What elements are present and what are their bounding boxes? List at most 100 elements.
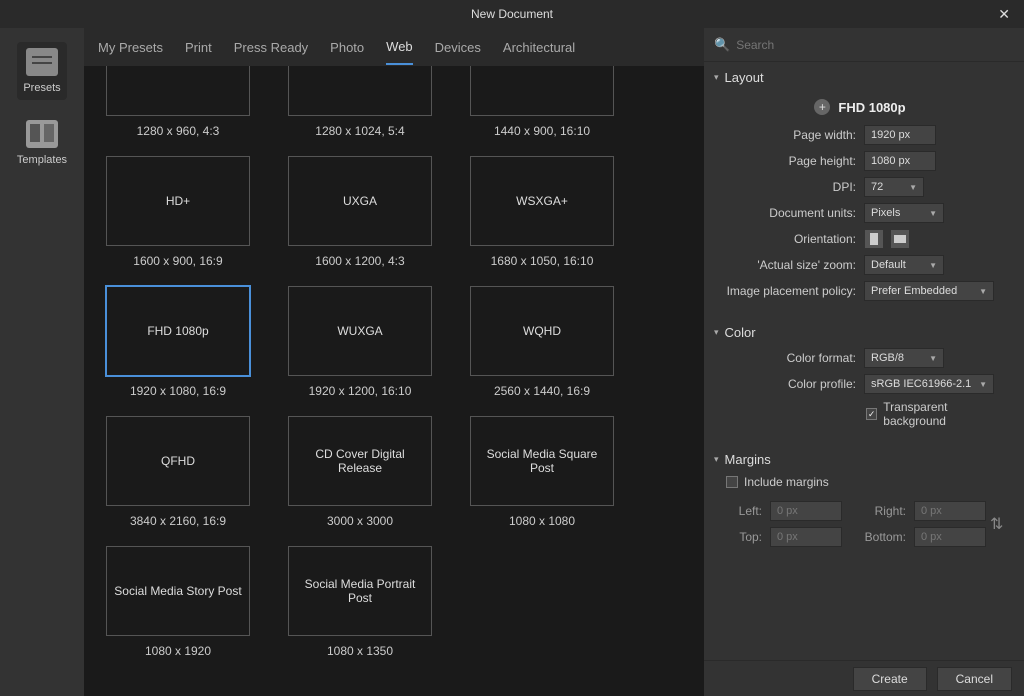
margin-left-input[interactable] (770, 501, 842, 521)
sidebar-item-presets[interactable]: Presets (17, 42, 66, 100)
orientation-landscape-button[interactable] (890, 229, 910, 249)
transparent-checkbox[interactable] (866, 408, 877, 420)
margin-left-label: Left: (714, 504, 762, 518)
section-layout: ▾ Layout + FHD 1080p Page width: Page he… (704, 62, 1016, 317)
margin-right-input[interactable] (914, 501, 986, 521)
color-profile-label: Color profile: (716, 377, 856, 391)
preset-card[interactable]: CD Cover Digital Release3000 x 3000 (280, 416, 440, 528)
transparent-label: Transparent background (883, 400, 1004, 428)
preset-name-row: + FHD 1080p (716, 93, 1004, 125)
dpi-select[interactable]: 72▼ (864, 177, 924, 197)
include-margins-checkbox[interactable] (726, 476, 738, 488)
actual-size-select[interactable]: Default▼ (864, 255, 944, 275)
preset-name: FHD 1080p (838, 100, 905, 115)
add-preset-icon[interactable]: + (814, 99, 830, 115)
section-color-header[interactable]: ▾ Color (704, 321, 1016, 344)
preset-card[interactable]: WQHD2560 x 1440, 16:9 (462, 286, 622, 398)
preset-card[interactable]: 1280 x 1024, 5:4 (280, 66, 440, 138)
cancel-button[interactable]: Cancel (937, 667, 1012, 691)
preset-card[interactable]: WSXGA+1680 x 1050, 16:10 (462, 156, 622, 268)
color-profile-select[interactable]: sRGB IEC61966-2.1▼ (864, 374, 994, 394)
color-format-select[interactable]: RGB/8 ▼ (864, 348, 944, 368)
preset-thumb: UXGA (288, 156, 432, 246)
preset-dimensions: 1600 x 1200, 4:3 (315, 254, 404, 268)
search-input[interactable] (736, 38, 1014, 52)
dpi-value: 72 (871, 181, 883, 193)
preset-dimensions: 1080 x 1920 (145, 644, 211, 658)
dialog-footer: Create Cancel (704, 660, 1024, 696)
tab-photo[interactable]: Photo (330, 30, 364, 64)
left-sidebar: Presets Templates (0, 28, 84, 696)
search-row: 🔍 (704, 28, 1024, 62)
margin-top-input[interactable] (770, 527, 842, 547)
chevron-down-icon: ▾ (714, 454, 719, 465)
preset-dimensions: 1280 x 1024, 5:4 (315, 124, 404, 138)
preset-dimensions: 1680 x 1050, 16:10 (491, 254, 594, 268)
preset-thumb: WUXGA (288, 286, 432, 376)
tab-architectural[interactable]: Architectural (503, 30, 575, 64)
units-label: Document units: (716, 206, 856, 220)
preset-thumb: Social Media Square Post (470, 416, 614, 506)
window-title: New Document (471, 7, 553, 21)
templates-icon (26, 120, 58, 148)
preset-card[interactable]: 1440 x 900, 16:10 (462, 66, 622, 138)
preset-card[interactable]: Social Media Square Post1080 x 1080 (462, 416, 622, 528)
page-height-input[interactable] (864, 151, 936, 171)
create-button[interactable]: Create (853, 667, 927, 691)
preset-card[interactable]: Social Media Portrait Post1080 x 1350 (280, 546, 440, 658)
link-margins-icon[interactable]: ⇅ (990, 514, 1006, 534)
section-color: ▾ Color Color format: RGB/8 ▼ Color profi… (704, 317, 1016, 444)
page-width-label: Page width: (716, 128, 856, 142)
preset-card[interactable]: WUXGA1920 x 1200, 16:10 (280, 286, 440, 398)
search-icon: 🔍 (714, 37, 730, 53)
preset-dimensions: 1280 x 960, 4:3 (137, 124, 220, 138)
preset-dimensions: 2560 x 1440, 16:9 (494, 384, 590, 398)
color-profile-value: sRGB IEC61966-2.1 (871, 378, 971, 390)
include-margins-row[interactable]: Include margins (704, 471, 1016, 497)
preset-card[interactable]: FHD 1080p1920 x 1080, 16:9 (98, 286, 258, 398)
chevron-down-icon: ▼ (929, 354, 937, 363)
orientation-portrait-button[interactable] (864, 229, 884, 249)
chevron-down-icon: ▼ (979, 287, 987, 296)
preset-dimensions: 1080 x 1350 (327, 644, 393, 658)
preset-card[interactable]: 1280 x 960, 4:3 (98, 66, 258, 138)
page-width-input[interactable] (864, 125, 936, 145)
section-color-title: Color (725, 325, 756, 340)
section-layout-header[interactable]: ▾ Layout (704, 66, 1016, 89)
image-policy-value: Prefer Embedded (871, 285, 957, 297)
image-policy-select[interactable]: Prefer Embedded ▼ (864, 281, 994, 301)
tab-my-presets[interactable]: My Presets (98, 30, 163, 64)
units-value: Pixels (871, 207, 900, 219)
close-icon[interactable]: ✕ (992, 4, 1016, 25)
preset-card[interactable]: Social Media Story Post 1080 x 1920 (98, 546, 258, 658)
preset-thumb: Social Media Story Post (106, 546, 250, 636)
preset-thumb: CD Cover Digital Release (288, 416, 432, 506)
units-select[interactable]: Pixels ▼ (864, 203, 944, 223)
presets-icon (26, 48, 58, 76)
margin-right-label: Right: (846, 504, 906, 518)
preset-card[interactable]: HD+1600 x 900, 16:9 (98, 156, 258, 268)
color-format-label: Color format: (716, 351, 856, 365)
page-height-label: Page height: (716, 154, 856, 168)
preset-scroll[interactable]: 1280 x 960, 4:3 1280 x 1024, 5:4 1440 x 90… (84, 66, 690, 696)
section-margins-header[interactable]: ▾ Margins (704, 448, 1016, 471)
chevron-down-icon: ▼ (929, 209, 937, 218)
tab-print[interactable]: Print (185, 30, 212, 64)
margin-bottom-label: Bottom: (846, 530, 906, 544)
preset-card[interactable]: QFHD3840 x 2160, 16:9 (98, 416, 258, 528)
preset-thumb: QFHD (106, 416, 250, 506)
margins-grid: Left: Right: ⇅ Top: Bottom: (704, 497, 1016, 551)
color-format-value: RGB/8 (871, 352, 904, 364)
tab-devices[interactable]: Devices (435, 30, 481, 64)
tab-web[interactable]: Web (386, 29, 413, 65)
sidebar-item-templates[interactable]: Templates (11, 114, 73, 172)
transparent-bg-row[interactable]: Transparent background (716, 400, 1004, 428)
preset-dimensions: 1600 x 900, 16:9 (133, 254, 222, 268)
preset-card[interactable]: UXGA 1600 x 1200, 4:3 (280, 156, 440, 268)
preset-area: 1280 x 960, 4:3 1280 x 1024, 5:4 1440 x 90… (84, 66, 704, 696)
orientation-label: Orientation: (716, 232, 856, 246)
chevron-down-icon: ▾ (714, 72, 719, 83)
tab-press-ready[interactable]: Press Ready (234, 30, 308, 64)
margin-bottom-input[interactable] (914, 527, 986, 547)
templates-label: Templates (17, 154, 67, 166)
